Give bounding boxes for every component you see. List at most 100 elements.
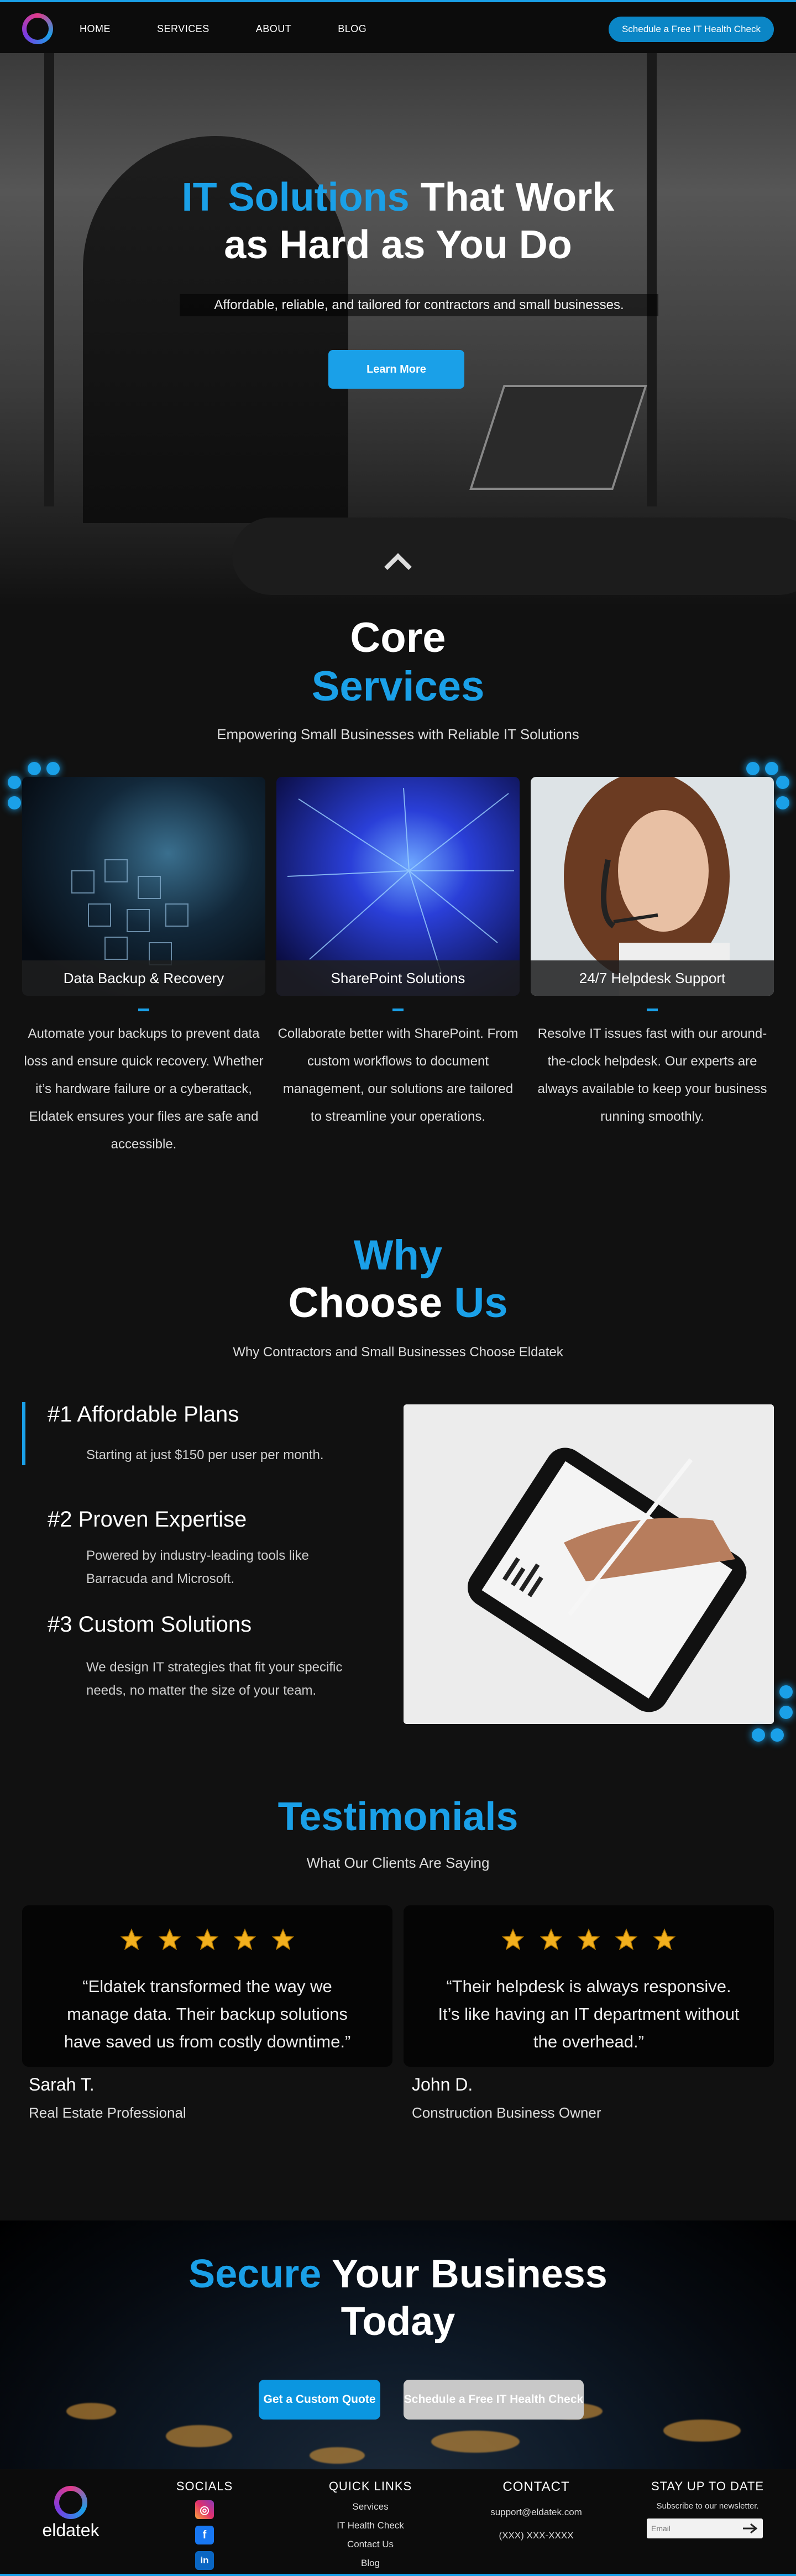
hero-section: IT Solutions That Work as Hard as You Do… bbox=[0, 53, 796, 606]
testimonial-quote: “Their helpdesk is always responsive. It… bbox=[438, 1977, 740, 2051]
socials-heading: SOCIALS bbox=[176, 2479, 233, 2493]
window-frame bbox=[647, 53, 657, 506]
service-title: Data Backup & Recovery bbox=[22, 960, 265, 996]
nav-blog[interactable]: BLOG bbox=[338, 23, 366, 35]
nav-home[interactable]: HOME bbox=[80, 23, 111, 35]
service-title: SharePoint Solutions bbox=[276, 960, 520, 996]
window-frame bbox=[44, 53, 54, 506]
footer-link-services[interactable]: Services bbox=[321, 2501, 420, 2512]
rating-stars bbox=[404, 1927, 774, 1955]
learn-more-button[interactable]: Learn More bbox=[328, 350, 464, 389]
get-custom-quote-button[interactable]: Get a Custom Quote bbox=[259, 2380, 380, 2420]
footer-newsletter: STAY UP TO DATE Subscribe to our newslet… bbox=[647, 2479, 768, 2538]
schedule-health-check-button[interactable]: Schedule a Free IT Health Check bbox=[608, 17, 774, 42]
hero-title: IT Solutions That Work as Hard as You Do bbox=[0, 174, 796, 269]
top-nav: HOME SERVICES ABOUT BLOG Schedule a Free… bbox=[0, 0, 796, 53]
nav-links: HOME SERVICES ABOUT BLOG bbox=[80, 23, 413, 35]
star-icon bbox=[540, 1928, 562, 1951]
testimonial-role: Real Estate Professional bbox=[29, 2104, 186, 2121]
divider bbox=[647, 1009, 658, 1011]
chevron-up-icon[interactable] bbox=[381, 551, 415, 573]
star-icon bbox=[196, 1928, 219, 1951]
footer-logo-text: eldatek bbox=[42, 2520, 100, 2540]
hero-subtitle: Affordable, reliable, and tailored for c… bbox=[180, 294, 658, 316]
footer: eldatek SOCIALS ◎ f in QUICK LINKS Servi… bbox=[0, 2469, 796, 2576]
schedule-health-check-button-secondary[interactable]: Schedule a Free IT Health Check bbox=[404, 2380, 584, 2420]
star-icon bbox=[501, 1928, 525, 1951]
service-card-sharepoint[interactable]: SharePoint Solutions bbox=[276, 777, 520, 996]
hero-title-accent: IT Solutions bbox=[181, 175, 410, 220]
testimonial-name: Sarah T. bbox=[29, 2075, 95, 2094]
footer-link-health-check[interactable]: IT Health Check bbox=[321, 2520, 420, 2531]
hero-title-line2: as Hard as You Do bbox=[224, 223, 572, 267]
core-services-subtitle: Empowering Small Businesses with Reliabl… bbox=[217, 726, 579, 743]
why-item-text: Starting at just $150 per user per month… bbox=[86, 1448, 324, 1462]
active-item-indicator bbox=[22, 1402, 25, 1465]
secure-title: Secure Your Business Today bbox=[0, 2250, 796, 2345]
service-description: Resolve IT issues fast with our around-t… bbox=[537, 1026, 767, 1124]
rating-stars bbox=[22, 1927, 392, 1955]
why-item-title: #3 Custom Solutions bbox=[48, 1612, 252, 1637]
footer-link-contact[interactable]: Contact Us bbox=[321, 2539, 420, 2550]
eldatek-logo-icon bbox=[54, 2486, 87, 2519]
newsletter-form bbox=[647, 2518, 768, 2538]
why-item-text: Powered by industry-leading tools like B… bbox=[86, 1548, 309, 1586]
why-title-line1: Why bbox=[353, 1232, 443, 1279]
footer-socials: SOCIALS ◎ f in bbox=[166, 2479, 243, 2570]
facebook-icon[interactable]: f bbox=[195, 2526, 214, 2544]
service-card-helpdesk[interactable]: 24/7 Helpdesk Support bbox=[531, 777, 774, 996]
testimonials-title: Testimonials bbox=[277, 1795, 519, 1839]
contact-phone: (XXX) XXX-XXXX bbox=[499, 2530, 574, 2541]
testimonial-name: John D. bbox=[412, 2075, 473, 2094]
footer-logo[interactable]: eldatek bbox=[40, 2486, 102, 2541]
service-description: Automate your backups to prevent data lo… bbox=[24, 1026, 264, 1152]
footer-contact: CONTACT support@eldatek.com (XXX) XXX-XX… bbox=[475, 2479, 597, 2541]
service-title: 24/7 Helpdesk Support bbox=[531, 960, 774, 996]
why-item-title: #1 Affordable Plans bbox=[48, 1402, 239, 1427]
tablet-image bbox=[404, 1404, 774, 1724]
tablet-illustration bbox=[404, 1404, 774, 1724]
star-icon bbox=[120, 1928, 143, 1951]
footer-quick-links: QUICK LINKS Services IT Health Check Con… bbox=[321, 2479, 420, 2569]
core-title-line2: Services bbox=[311, 663, 485, 710]
quick-links-heading: QUICK LINKS bbox=[328, 2479, 412, 2493]
divider bbox=[138, 1009, 149, 1011]
arrow-right-icon[interactable] bbox=[741, 2522, 760, 2535]
star-icon bbox=[158, 1928, 181, 1951]
nav-services[interactable]: SERVICES bbox=[157, 23, 210, 35]
hero-title-rest: That Work bbox=[409, 175, 615, 220]
star-icon bbox=[615, 1928, 638, 1951]
core-services-title: Core Services bbox=[0, 614, 796, 711]
linkedin-icon[interactable]: in bbox=[195, 2551, 214, 2570]
testimonial-role: Construction Business Owner bbox=[412, 2104, 601, 2121]
nav-about[interactable]: ABOUT bbox=[256, 23, 292, 35]
testimonial-card: “Their helpdesk is always responsive. It… bbox=[404, 1905, 774, 2067]
hero-desk-image bbox=[232, 518, 796, 595]
secure-title-accent: Secure bbox=[188, 2252, 322, 2296]
star-icon bbox=[271, 1928, 295, 1951]
service-description: Collaborate better with SharePoint. From… bbox=[277, 1026, 519, 1124]
testimonial-card: “Eldatek transformed the way we manage d… bbox=[22, 1905, 392, 2067]
hero-laptop-image bbox=[469, 385, 647, 490]
star-icon bbox=[577, 1928, 600, 1951]
eldatek-logo[interactable] bbox=[22, 13, 53, 44]
contact-email[interactable]: support@eldatek.com bbox=[475, 2507, 597, 2518]
core-title-line1: Core bbox=[350, 614, 446, 661]
newsletter-subtitle: Subscribe to our newsletter. bbox=[656, 2501, 759, 2511]
secure-title-line2: Today bbox=[341, 2300, 455, 2344]
why-item-title: #2 Proven Expertise bbox=[48, 1507, 247, 1532]
why-title-us: Us bbox=[454, 1279, 508, 1326]
testimonials-subtitle: What Our Clients Are Saying bbox=[306, 1854, 490, 1871]
star-icon bbox=[234, 1928, 256, 1951]
service-card-backup[interactable]: Data Backup & Recovery bbox=[22, 777, 265, 996]
footer-link-blog[interactable]: Blog bbox=[321, 2558, 420, 2569]
why-title: Why Choose Us bbox=[0, 1232, 796, 1327]
instagram-icon[interactable]: ◎ bbox=[195, 2500, 214, 2519]
secure-cta-section: Secure Your Business Today Get a Custom … bbox=[0, 2220, 796, 2469]
contact-heading: CONTACT bbox=[502, 2479, 570, 2494]
star-icon bbox=[653, 1928, 676, 1951]
newsletter-heading: STAY UP TO DATE bbox=[651, 2479, 764, 2493]
secure-title-rest: Your Business bbox=[321, 2252, 608, 2296]
why-title-choose: Choose bbox=[288, 1279, 454, 1326]
why-item-text: We design IT strategies that fit your sp… bbox=[86, 1660, 343, 1698]
